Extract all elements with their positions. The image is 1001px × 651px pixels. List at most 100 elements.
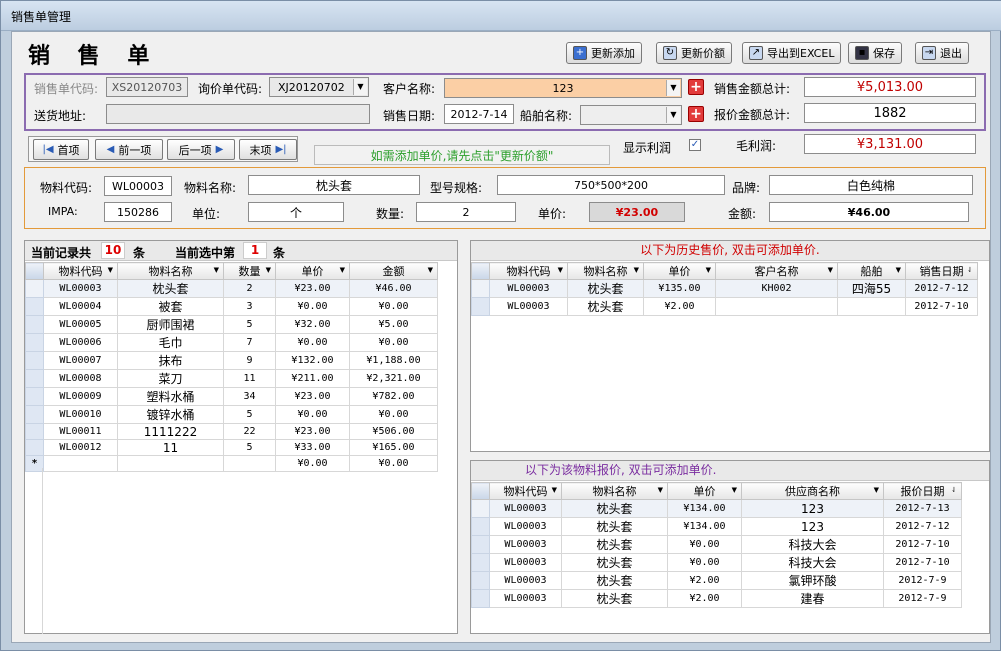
table-cell[interactable] [117,455,224,472]
table-cell[interactable]: WL00003 [489,571,562,590]
col-header[interactable]: 物料代码 ▼ [489,262,568,280]
table-row[interactable]: WL00003 枕头套 ¥135.00 KH002 四海55 2012-7-12 [471,279,978,298]
table-row[interactable]: WL00003 枕头套 ¥2.00 2012-7-10 [471,297,978,316]
sales-date-field[interactable]: 2012-7-14 [444,104,514,124]
update-add-button[interactable]: + 更新添加 [566,42,642,64]
quotes-grid[interactable]: 物料代码 ▼ 物料名称 ▼ 单价 ▼ 供应商名称 ▼ 报价日期 ⇃ WL00003 枕头套 ¥… [471,482,962,608]
table-cell[interactable]: ¥5.00 [349,315,438,334]
chevron-down-icon[interactable]: ▼ [353,79,367,95]
table-cell[interactable]: 2012-7-12 [905,279,978,298]
table-cell[interactable]: 5 [223,439,276,456]
table-cell[interactable]: ¥0.00 [349,405,438,424]
table-cell[interactable]: 2012-7-10 [883,553,962,572]
row-selector[interactable] [25,351,44,370]
table-row[interactable]: WL00003 枕头套 ¥134.00 123 2012-7-12 [471,517,962,536]
first-record-button[interactable]: |◀ 首项 [33,139,89,160]
table-cell[interactable]: ¥0.00 [349,455,438,472]
add-ship-plus-icon[interactable]: + [688,106,704,122]
unit-field[interactable]: 个 [248,202,344,222]
ship-select[interactable]: ▼ [580,105,682,125]
table-cell[interactable]: ¥46.00 [349,279,438,298]
row-selector[interactable] [25,405,44,424]
address-field[interactable] [106,104,370,124]
row-selector[interactable] [471,517,490,536]
table-cell[interactable]: 2012-7-9 [883,571,962,590]
table-cell[interactable]: ¥0.00 [275,455,350,472]
grid-corner[interactable] [471,262,490,280]
impa-field[interactable]: 150286 [104,202,172,222]
row-selector[interactable] [25,333,44,352]
table-cell[interactable]: 枕头套 [561,589,668,608]
table-cell[interactable] [837,297,906,316]
table-cell[interactable]: WL00010 [43,405,118,424]
grid-corner[interactable] [25,262,44,280]
customer-select[interactable]: 123 ▼ [444,78,682,98]
table-row[interactable]: WL00009 塑料水桶 34 ¥23.00 ¥782.00 [25,387,438,406]
table-cell[interactable]: WL00003 [489,517,562,536]
row-selector[interactable] [25,423,44,440]
table-cell[interactable]: ¥0.00 [275,297,350,316]
row-selector[interactable] [25,439,44,456]
table-cell[interactable]: ¥23.00 [275,387,350,406]
table-cell[interactable]: 枕头套 [561,535,668,554]
table-cell[interactable]: 枕头套 [561,571,668,590]
table-cell[interactable]: 枕头套 [561,517,668,536]
table-cell[interactable]: ¥165.00 [349,439,438,456]
table-cell[interactable]: 11 [117,439,224,456]
row-selector[interactable] [471,297,490,316]
table-cell[interactable]: 枕头套 [567,297,644,316]
table-cell[interactable]: WL00003 [489,589,562,608]
table-cell[interactable]: 建春 [741,589,884,608]
table-cell[interactable]: 氯钾环酸 [741,571,884,590]
table-cell[interactable]: ¥23.00 [275,279,350,298]
table-cell[interactable]: 34 [223,387,276,406]
table-cell[interactable]: 2012-7-12 [883,517,962,536]
table-cell[interactable]: ¥0.00 [667,535,742,554]
history-grid[interactable]: 物料代码 ▼ 物料名称 ▼ 单价 ▼ 客户名称 ▼ 船舶 ▼ 销售日期 ⇃ WL00003 枕… [471,262,978,316]
table-cell[interactable]: ¥135.00 [643,279,716,298]
table-cell[interactable]: ¥134.00 [667,517,742,536]
table-cell[interactable]: ¥2.00 [643,297,716,316]
col-header[interactable]: 客户名称 ▼ [715,262,838,280]
table-row[interactable]: WL00003 枕头套 ¥2.00 建春 2012-7-9 [471,589,962,608]
table-cell[interactable]: ¥2.00 [667,571,742,590]
col-header[interactable]: 单价 ▼ [643,262,716,280]
col-header[interactable]: 物料代码 ▼ [489,482,562,500]
table-cell[interactable]: KH002 [715,279,838,298]
table-cell[interactable]: ¥2,321.00 [349,369,438,388]
table-cell[interactable]: 抹布 [117,351,224,370]
table-cell[interactable]: ¥134.00 [667,499,742,518]
table-cell[interactable]: WL00003 [43,279,118,298]
prev-record-button[interactable]: ◀ 前一项 [95,139,163,160]
new-row[interactable]: * ¥0.00 ¥0.00 [25,455,438,472]
row-selector[interactable] [471,279,490,298]
grid-corner[interactable] [471,482,490,500]
table-cell[interactable]: WL00011 [43,423,118,440]
table-row[interactable]: WL00003 枕头套 ¥0.00 科技大会 2012-7-10 [471,553,962,572]
table-cell[interactable]: 1111222 [117,423,224,440]
table-row[interactable]: WL00004 被套 3 ¥0.00 ¥0.00 [25,297,438,316]
table-cell[interactable]: 厨师围裙 [117,315,224,334]
table-cell[interactable]: 毛巾 [117,333,224,352]
table-cell[interactable]: 被套 [117,297,224,316]
table-cell[interactable]: 2012-7-10 [905,297,978,316]
table-cell[interactable]: 5 [223,315,276,334]
table-cell[interactable]: WL00012 [43,439,118,456]
table-cell[interactable]: 枕头套 [117,279,224,298]
table-cell[interactable]: 7 [223,333,276,352]
table-row[interactable]: WL00003 枕头套 2 ¥23.00 ¥46.00 [25,279,438,298]
table-cell[interactable]: 5 [223,405,276,424]
table-cell[interactable] [715,297,838,316]
save-button[interactable]: ▪ 保存 [848,42,902,64]
table-row[interactable]: WL00012 11 5 ¥33.00 ¥165.00 [25,439,438,456]
table-cell[interactable]: ¥782.00 [349,387,438,406]
table-cell[interactable]: WL00003 [489,279,568,298]
table-cell[interactable]: WL00009 [43,387,118,406]
table-cell[interactable]: WL00004 [43,297,118,316]
table-cell[interactable]: WL00003 [489,499,562,518]
table-cell[interactable]: WL00006 [43,333,118,352]
qty-field[interactable]: 2 [416,202,516,222]
table-cell[interactable]: ¥0.00 [275,333,350,352]
row-selector[interactable] [471,571,490,590]
table-cell[interactable] [43,455,118,472]
